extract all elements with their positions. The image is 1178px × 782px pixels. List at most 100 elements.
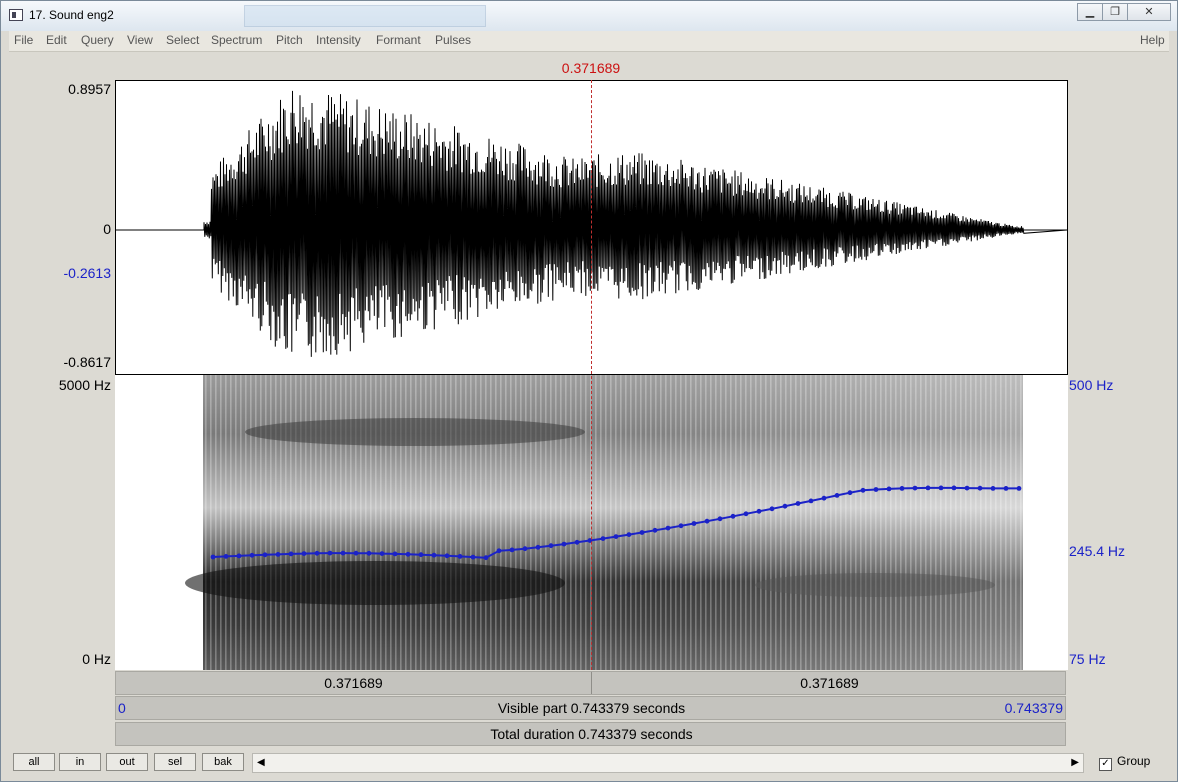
menu-query[interactable]: Query bbox=[81, 33, 114, 47]
pitch-point bbox=[262, 552, 268, 558]
app-icon bbox=[9, 9, 23, 21]
menu-pulses[interactable]: Pulses bbox=[435, 33, 471, 47]
pitch-point bbox=[405, 551, 411, 557]
pitch-point bbox=[613, 534, 619, 539]
pitch-point bbox=[808, 498, 814, 504]
pitch-point bbox=[340, 550, 346, 556]
selection-timebar[interactable]: 0.371689 0.371689 bbox=[115, 671, 1066, 695]
menu-select[interactable]: Select bbox=[166, 33, 199, 47]
pitch-point bbox=[912, 485, 918, 491]
menu-pitch[interactable]: Pitch bbox=[276, 33, 303, 47]
pitch-point bbox=[275, 552, 281, 557]
spectrogram-top-label: 5000 Hz bbox=[58, 377, 111, 393]
waveform-cursor-value: -0.2613 bbox=[63, 265, 111, 281]
total-duration-bar[interactable]: Total duration 0.743379 seconds bbox=[115, 722, 1066, 746]
pitch-point bbox=[470, 554, 476, 560]
waveform-zero-label: 0 bbox=[103, 221, 111, 237]
pitch-point bbox=[899, 486, 905, 491]
pitch-point bbox=[496, 548, 502, 554]
pitch-point bbox=[353, 550, 359, 556]
visible-part-bar[interactable]: 0 Visible part 0.743379 seconds 0.743379 bbox=[115, 696, 1066, 720]
menu-file[interactable]: File bbox=[14, 33, 33, 47]
visible-part-label[interactable]: Visible part 0.743379 seconds bbox=[116, 700, 1067, 716]
pitch-point bbox=[210, 554, 216, 560]
menu-edit[interactable]: Edit bbox=[46, 33, 67, 47]
pitch-point bbox=[1016, 486, 1022, 491]
pitch-point bbox=[990, 486, 996, 491]
pitch-point bbox=[288, 551, 294, 557]
pitch-point bbox=[743, 511, 749, 517]
pitch-point bbox=[834, 493, 840, 498]
pitch-point bbox=[795, 501, 801, 506]
zoom-out-button[interactable]: out bbox=[106, 753, 148, 771]
pitch-point bbox=[535, 544, 541, 550]
pitch-point bbox=[860, 487, 866, 493]
pitch-point bbox=[548, 543, 554, 549]
pitch-point bbox=[444, 553, 450, 559]
pitch-point bbox=[847, 490, 853, 496]
pitch-point bbox=[756, 508, 762, 514]
pitch-point bbox=[769, 506, 775, 512]
pitch-point bbox=[639, 530, 645, 535]
total-duration-label[interactable]: Total duration 0.743379 seconds bbox=[116, 726, 1067, 742]
menu-view[interactable]: View bbox=[127, 33, 153, 47]
group-toggle[interactable]: ✓ Group bbox=[1099, 754, 1150, 771]
pitch-point bbox=[249, 552, 255, 558]
menu-spectrum[interactable]: Spectrum bbox=[211, 33, 262, 47]
pitch-top-label: 500 Hz bbox=[1069, 377, 1114, 393]
pitch-point bbox=[327, 550, 333, 556]
pitch-cursor-value: 245.4 Hz bbox=[1069, 543, 1126, 559]
bottom-control-bar: all in out sel bak ◀ ▶ ✓ Group bbox=[9, 749, 1169, 777]
pitch-point bbox=[678, 523, 684, 529]
pitch-point bbox=[730, 513, 736, 519]
pitch-point bbox=[717, 516, 723, 522]
pitch-point bbox=[951, 485, 957, 491]
pitch-point bbox=[665, 525, 671, 531]
pitch-point bbox=[574, 539, 580, 545]
title-bar: 17. Sound eng2 ▁ ❐ ✕ bbox=[1, 1, 1177, 31]
pitch-point bbox=[301, 551, 307, 556]
zoom-back-button[interactable]: bak bbox=[202, 753, 244, 771]
scroll-right-arrow-icon[interactable]: ▶ bbox=[1071, 757, 1079, 768]
pitch-point bbox=[236, 553, 242, 559]
zoom-in-button[interactable]: in bbox=[59, 753, 101, 771]
pitch-point bbox=[223, 554, 229, 559]
close-button[interactable]: ✕ bbox=[1127, 3, 1171, 21]
pitch-point bbox=[1003, 486, 1009, 491]
pitch-point bbox=[821, 495, 827, 501]
horizontal-scrollbar[interactable]: ◀ ▶ bbox=[252, 753, 1084, 773]
zoom-all-button[interactable]: all bbox=[13, 753, 55, 771]
spectrogram-fade bbox=[203, 375, 1023, 670]
cursor-time-label[interactable]: 0.371689 bbox=[541, 60, 641, 76]
pitch-point bbox=[977, 485, 983, 491]
menu-bar: File Edit Query View Select Spectrum Pit… bbox=[9, 31, 1169, 52]
pitch-point bbox=[886, 486, 892, 492]
pitch-point bbox=[691, 521, 697, 526]
pitch-point bbox=[964, 485, 970, 491]
waveform-max-label: 0.8957 bbox=[68, 81, 111, 97]
pitch-point bbox=[782, 503, 788, 509]
zoom-selection-button[interactable]: sel bbox=[154, 753, 196, 771]
pitch-point bbox=[561, 541, 567, 547]
scroll-left-arrow-icon[interactable]: ◀ bbox=[257, 757, 265, 768]
pitch-point bbox=[379, 551, 385, 556]
background-window-ghost bbox=[244, 5, 486, 27]
pitch-point bbox=[392, 551, 398, 557]
pitch-point bbox=[600, 536, 606, 541]
right-segment-duration[interactable]: 0.371689 bbox=[592, 675, 1067, 691]
pitch-point bbox=[314, 550, 320, 556]
group-label: Group bbox=[1117, 754, 1151, 768]
menu-help[interactable]: Help bbox=[1140, 33, 1165, 47]
pitch-point bbox=[431, 552, 437, 558]
group-checkbox[interactable]: ✓ bbox=[1099, 758, 1112, 771]
menu-intensity[interactable]: Intensity bbox=[316, 33, 361, 47]
left-segment-duration[interactable]: 0.371689 bbox=[116, 675, 591, 691]
formant-band-late bbox=[755, 573, 995, 597]
pitch-point bbox=[925, 485, 931, 491]
maximize-button[interactable]: ❐ bbox=[1102, 3, 1128, 21]
pitch-point bbox=[873, 487, 879, 492]
pitch-point bbox=[483, 555, 489, 561]
minimize-button[interactable]: ▁ bbox=[1077, 3, 1103, 21]
menu-formant[interactable]: Formant bbox=[376, 33, 421, 47]
pitch-point bbox=[626, 532, 632, 537]
